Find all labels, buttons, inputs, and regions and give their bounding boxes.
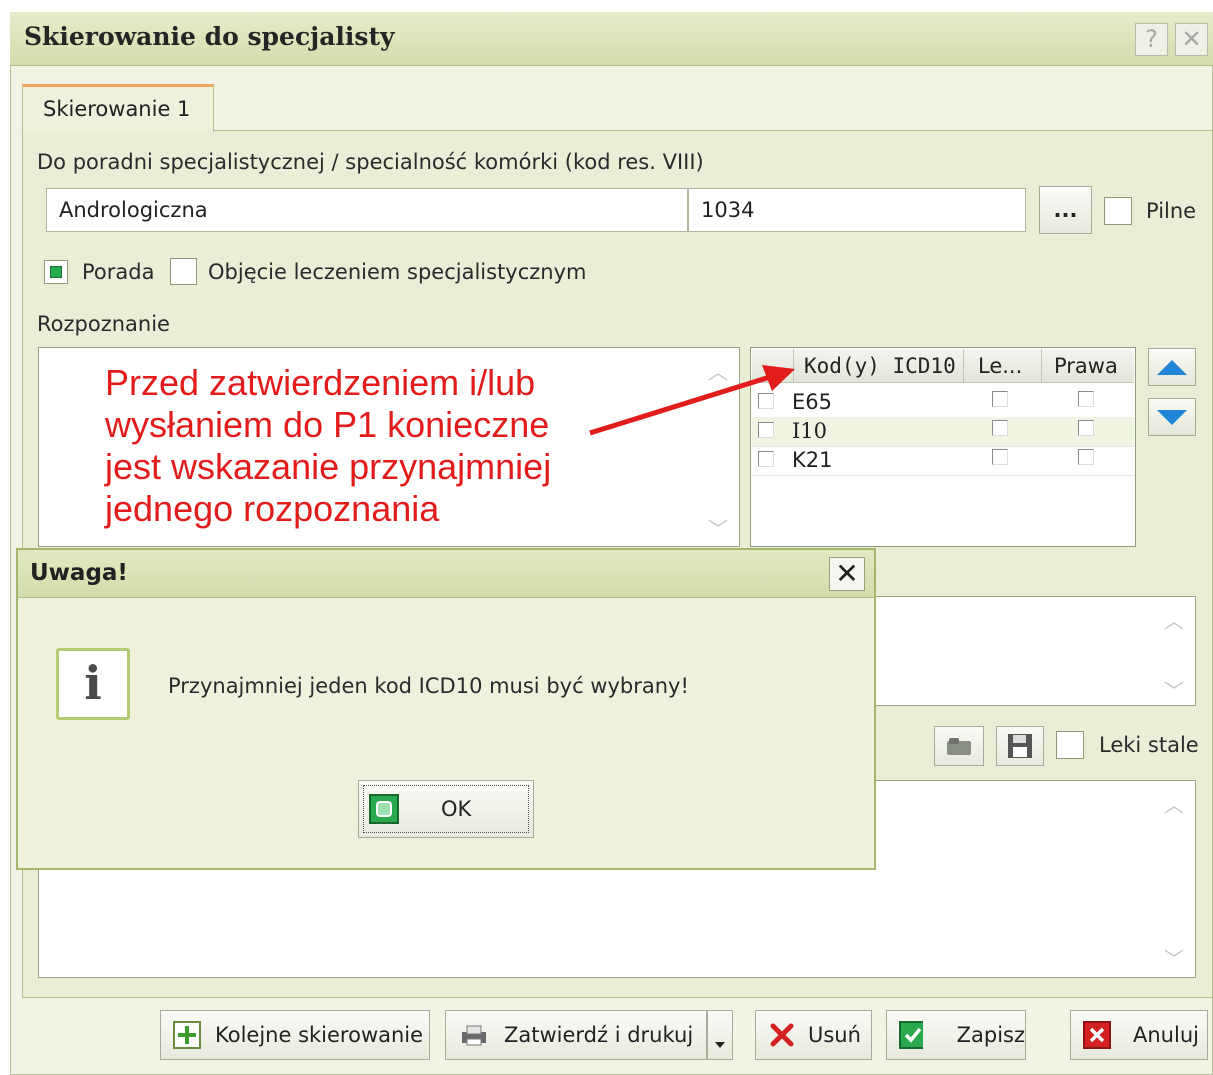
ok-label: OK [441,797,472,821]
dialog-message: Przynajmniej jeden kod ICD10 musi być wy… [168,674,689,698]
confirm-print-button[interactable]: Zatwierdź i drukuj [445,1010,707,1060]
save-list-button[interactable] [996,726,1044,766]
annotation-line: jednego rozpoznania [105,488,440,529]
row-select-checkbox[interactable] [758,451,774,467]
arrow-down-icon [1157,410,1187,425]
row-le-checkbox[interactable] [992,420,1008,436]
annotation-line: Przed zatwierdzeniem i/lub [105,362,536,403]
ok-check-icon [369,794,399,824]
cancel-button[interactable]: Anuluj [1070,1010,1208,1060]
row-le-checkbox[interactable] [992,391,1008,407]
window-title: Skierowanie do specjalisty [24,22,395,51]
confirm-print-label: Zatwierdź i drukuj [504,1023,694,1047]
clinic-label: Do poradni specjalistycznej / specialnoś… [37,150,704,174]
row-le-checkbox[interactable] [992,449,1008,465]
dialog-title: Uwaga! [30,560,128,586]
row-prawa-checkbox[interactable] [1078,449,1094,465]
help-button[interactable]: ? [1135,23,1168,56]
move-up-button[interactable] [1148,348,1196,386]
tab-skierowanie-1[interactable]: Skierowanie 1 [22,84,214,132]
chevron-down-icon [715,1042,725,1048]
annotation-text: Przed zatwierdzeniem i/lub wysłaniem do … [105,362,551,530]
delete-label: Usuń [808,1023,861,1047]
checkmark-icon [899,1021,923,1049]
next-referral-label: Kolejne skierowanie [215,1023,424,1047]
cancel-icon [1083,1021,1111,1049]
browse-button[interactable]: ... [1039,186,1092,234]
dialog-close-button[interactable]: ✕ [829,557,865,591]
diagnosis-label: Rozpoznanie [37,312,170,336]
folder-button[interactable] [934,726,984,766]
window-close-button[interactable]: ✕ [1175,23,1208,56]
scroll-down-icon[interactable]: ﹀ [1161,943,1187,972]
grid-header-prawa[interactable]: Prawa [1042,349,1134,383]
arrow-up-icon [1157,360,1187,375]
annotation-arrow [589,365,795,436]
porada-checkbox[interactable] [44,260,68,284]
move-down-button[interactable] [1148,398,1196,436]
annotation-line: jest wskazanie przynajmniej [105,446,552,487]
plus-icon [173,1021,201,1049]
clinic-code-input[interactable]: 1034 [688,188,1026,232]
annotation-line: wysłaniem do P1 konieczne [105,404,550,445]
urgent-label: Pilne [1146,199,1197,223]
porada-label: Porada [82,260,155,284]
grid-header-le[interactable]: Le... [964,349,1042,383]
row-prawa-checkbox[interactable] [1078,420,1094,436]
info-icon: i [56,648,130,720]
save-label: Zapisz [956,1023,1025,1047]
row-prawa-checkbox[interactable] [1078,391,1094,407]
table-row[interactable]: K21 [752,446,1134,476]
folder-icon [947,738,971,755]
printer-icon [462,1025,486,1046]
leki-stale-label: Leki stale [1099,733,1199,757]
leki-stale-checkbox[interactable] [1056,731,1084,759]
next-referral-button[interactable]: Kolejne skierowanie [160,1010,430,1060]
treatment-checkbox[interactable] [170,258,197,285]
floppy-icon [1008,734,1032,758]
delete-x-icon [770,1023,794,1047]
scroll-up-icon[interactable]: ︿ [1161,789,1187,818]
save-button[interactable]: Zapisz [886,1010,1026,1060]
grid-header-code[interactable]: Kod(y) ICD10 [794,349,964,383]
dialog-titlebar [16,548,876,598]
row-code: K21 [792,448,833,472]
scroll-down-icon[interactable]: ﹀ [705,513,731,542]
treatment-label: Objęcie leczeniem specjalistycznym [208,260,587,284]
delete-button[interactable]: Usuń [755,1010,872,1060]
urgent-checkbox[interactable] [1104,197,1132,225]
clinic-name-input[interactable]: Andrologiczna [46,188,688,232]
dialog-ok-button[interactable]: OK [358,780,534,838]
scroll-up-icon[interactable]: ︿ [1161,605,1187,634]
print-options-dropdown[interactable] [707,1010,733,1060]
tab-label: Skierowanie 1 [43,97,191,121]
scroll-down-icon[interactable]: ﹀ [1161,675,1187,704]
cancel-label: Anuluj [1133,1023,1199,1047]
